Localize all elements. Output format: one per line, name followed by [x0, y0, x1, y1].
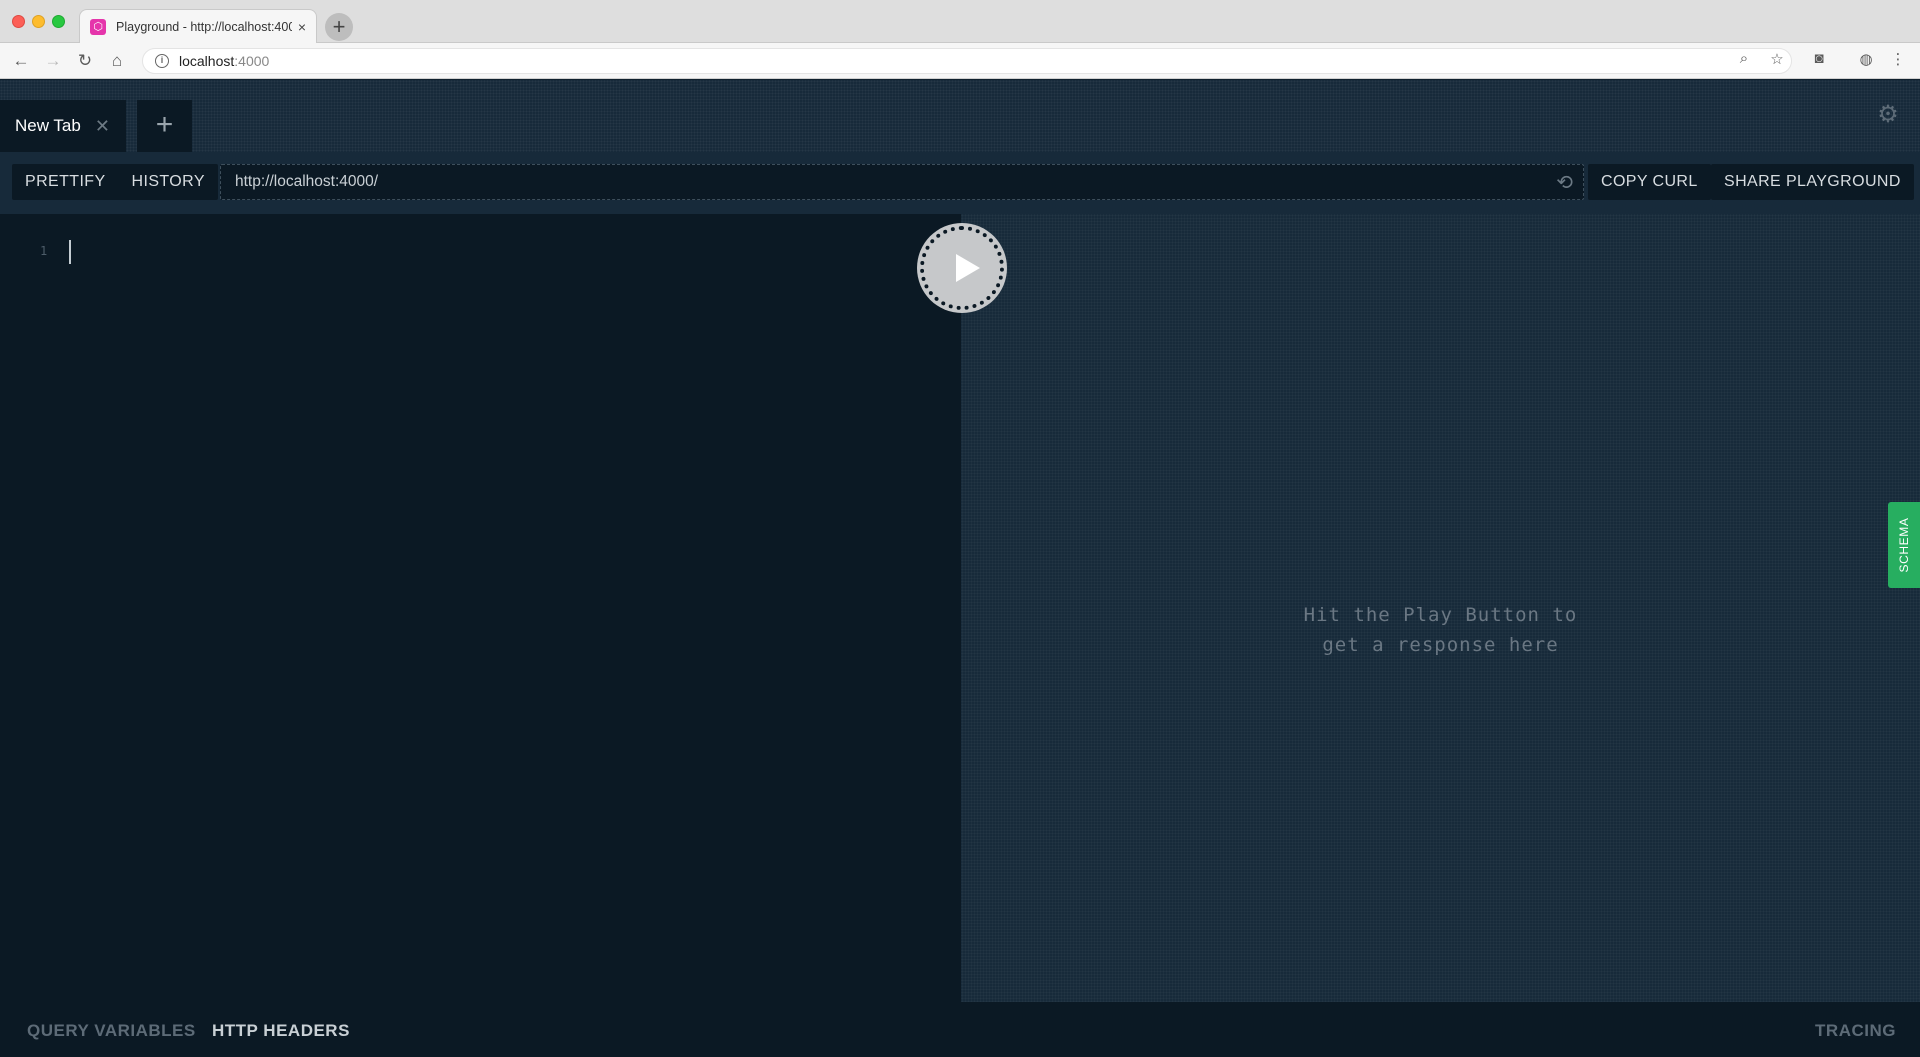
- browser-titlebar: ⬡ Playground - http://localhost:4000/ × …: [0, 0, 1920, 44]
- close-playground-tab-icon[interactable]: ✕: [95, 116, 110, 137]
- prettify-button[interactable]: PRETTIFY: [12, 164, 119, 200]
- schema-tab[interactable]: SCHEMA: [1888, 502, 1920, 588]
- camera-icon[interactable]: ◙: [1808, 50, 1830, 67]
- endpoint-url: http://localhost:4000/: [235, 173, 379, 190]
- zoom-icon[interactable]: ⌕: [1733, 50, 1755, 67]
- history-button[interactable]: HISTORY: [119, 164, 218, 200]
- graphql-favicon-icon: ⬡: [90, 19, 106, 35]
- address-host: localhost: [179, 53, 235, 69]
- forward-arrow-icon[interactable]: →: [42, 50, 64, 72]
- playground-tab[interactable]: New Tab ✕: [0, 100, 126, 152]
- bookmark-star-icon[interactable]: ☆: [1766, 50, 1788, 68]
- editor-actions: PRETTIFY HISTORY: [12, 164, 218, 200]
- back-arrow-icon[interactable]: ←: [10, 50, 32, 72]
- execute-query-button[interactable]: [920, 226, 1004, 310]
- minimize-window-button[interactable]: [32, 15, 45, 28]
- query-variables-tab[interactable]: QUERY VARIABLES: [27, 1021, 196, 1041]
- add-tab-button[interactable]: +: [137, 100, 192, 152]
- copy-curl-button[interactable]: COPY CURL: [1588, 173, 1711, 190]
- fullscreen-window-button[interactable]: [52, 15, 65, 28]
- address-bar[interactable]: i localhost:4000: [142, 48, 1792, 74]
- reload-icon[interactable]: ↻: [74, 50, 96, 72]
- browser-menu-icon[interactable]: ⋮: [1887, 50, 1909, 68]
- home-icon[interactable]: ⌂: [106, 50, 128, 72]
- close-tab-icon[interactable]: ×: [298, 19, 306, 35]
- playground-tab-bar: New Tab ✕ + ⚙: [0, 80, 1920, 152]
- playground-tab-label: New Tab: [15, 116, 81, 135]
- share-playground-button-wrap: SHARE PLAYGROUND: [1711, 164, 1914, 200]
- address-port: :4000: [234, 53, 270, 69]
- extension-globe-icon[interactable]: ◍: [1855, 50, 1877, 68]
- response-placeholder-line2: get a response here: [1322, 634, 1559, 656]
- browser-toolbar: ← → ↻ ⌂ i localhost:4000 ⌕ ☆ ◙ ◍ ⋮: [0, 43, 1920, 79]
- endpoint-input[interactable]: http://localhost:4000/ ⟲: [220, 164, 1584, 200]
- playground-toolbar: PRETTIFY HISTORY http://localhost:4000/ …: [0, 152, 1920, 214]
- line-number: 1: [40, 244, 48, 258]
- close-window-button[interactable]: [12, 15, 25, 28]
- copy-curl-button-wrap: COPY CURL: [1588, 164, 1711, 200]
- play-icon: [956, 254, 980, 282]
- http-headers-tab[interactable]: HTTP HEADERS: [212, 1021, 350, 1041]
- tracing-tab[interactable]: TRACING: [1815, 1021, 1896, 1041]
- response-placeholder-line1: Hit the Play Button to: [1303, 604, 1578, 626]
- reload-schema-icon[interactable]: ⟲: [1556, 170, 1573, 195]
- settings-gear-icon[interactable]: ⚙: [1874, 101, 1902, 129]
- share-playground-button[interactable]: SHARE PLAYGROUND: [1711, 173, 1914, 190]
- text-cursor: [69, 240, 71, 264]
- bottom-panel-bar: QUERY VARIABLES HTTP HEADERS TRACING: [0, 1002, 1920, 1057]
- new-browser-tab-button[interactable]: +: [325, 13, 353, 41]
- results-pane: Hit the Play Button to get a response he…: [961, 214, 1920, 1002]
- query-editor[interactable]: 1: [0, 214, 961, 1002]
- browser-tab-title: Playground - http://localhost:4000/: [116, 20, 292, 34]
- site-info-icon[interactable]: i: [155, 54, 169, 68]
- schema-tab-label: SCHEMA: [1897, 517, 1911, 573]
- browser-tab[interactable]: ⬡ Playground - http://localhost:4000/ ×: [79, 9, 317, 44]
